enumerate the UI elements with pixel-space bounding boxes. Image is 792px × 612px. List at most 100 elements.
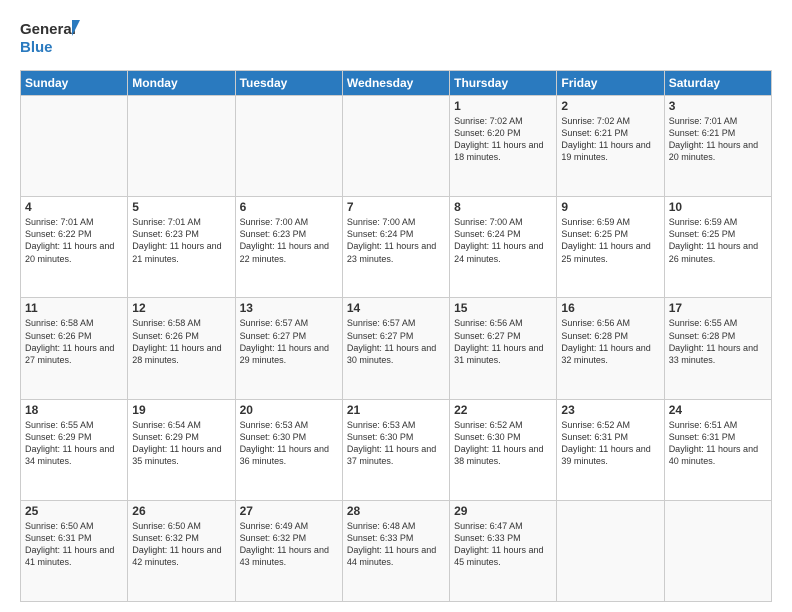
- day-number: 13: [240, 301, 338, 315]
- day-number: 5: [132, 200, 230, 214]
- calendar-cell: 21 Sunrise: 6:53 AM Sunset: 6:30 PM Dayli…: [342, 399, 449, 500]
- day-info: Sunrise: 6:53 AM Sunset: 6:30 PM Dayligh…: [240, 419, 338, 468]
- day-info: Sunrise: 6:47 AM Sunset: 6:33 PM Dayligh…: [454, 520, 552, 569]
- calendar-cell: 10 Sunrise: 6:59 AM Sunset: 6:25 PM Dayli…: [664, 197, 771, 298]
- calendar-cell: 17 Sunrise: 6:55 AM Sunset: 6:28 PM Dayli…: [664, 298, 771, 399]
- col-header-saturday: Saturday: [664, 71, 771, 96]
- calendar-table: SundayMondayTuesdayWednesdayThursdayFrid…: [20, 70, 772, 602]
- calendar-cell: 24 Sunrise: 6:51 AM Sunset: 6:31 PM Dayli…: [664, 399, 771, 500]
- day-number: 29: [454, 504, 552, 518]
- day-info: Sunrise: 7:01 AM Sunset: 6:22 PM Dayligh…: [25, 216, 123, 265]
- day-info: Sunrise: 6:55 AM Sunset: 6:29 PM Dayligh…: [25, 419, 123, 468]
- day-info: Sunrise: 6:50 AM Sunset: 6:32 PM Dayligh…: [132, 520, 230, 569]
- calendar-cell: 29 Sunrise: 6:47 AM Sunset: 6:33 PM Dayli…: [450, 500, 557, 601]
- day-info: Sunrise: 6:53 AM Sunset: 6:30 PM Dayligh…: [347, 419, 445, 468]
- day-number: 4: [25, 200, 123, 214]
- day-info: Sunrise: 6:57 AM Sunset: 6:27 PM Dayligh…: [240, 317, 338, 366]
- day-info: Sunrise: 6:54 AM Sunset: 6:29 PM Dayligh…: [132, 419, 230, 468]
- calendar-cell: 27 Sunrise: 6:49 AM Sunset: 6:32 PM Dayli…: [235, 500, 342, 601]
- calendar-cell: 14 Sunrise: 6:57 AM Sunset: 6:27 PM Dayli…: [342, 298, 449, 399]
- svg-text:General: General: [20, 21, 76, 38]
- calendar-cell: [664, 500, 771, 601]
- calendar-cell: 20 Sunrise: 6:53 AM Sunset: 6:30 PM Dayli…: [235, 399, 342, 500]
- day-number: 17: [669, 301, 767, 315]
- day-info: Sunrise: 7:00 AM Sunset: 6:24 PM Dayligh…: [347, 216, 445, 265]
- calendar-cell: 22Sunrise: 6:52 AM Sunset: 6:30 PM Dayli…: [450, 399, 557, 500]
- calendar-cell: 23 Sunrise: 6:52 AM Sunset: 6:31 PM Dayli…: [557, 399, 664, 500]
- day-info: Sunrise: 7:01 AM Sunset: 6:21 PM Dayligh…: [669, 115, 767, 164]
- day-number: 7: [347, 200, 445, 214]
- day-info: Sunrise: 6:58 AM Sunset: 6:26 PM Dayligh…: [25, 317, 123, 366]
- calendar-cell: 1Sunrise: 7:02 AM Sunset: 6:20 PM Daylig…: [450, 96, 557, 197]
- day-info: Sunrise: 6:52 AM Sunset: 6:31 PM Dayligh…: [561, 419, 659, 468]
- day-number: 24: [669, 403, 767, 417]
- day-number: 26: [132, 504, 230, 518]
- day-info: Sunrise: 6:57 AM Sunset: 6:27 PM Dayligh…: [347, 317, 445, 366]
- page: General Blue SundayMondayTuesdayWednesda…: [0, 0, 792, 612]
- col-header-thursday: Thursday: [450, 71, 557, 96]
- day-number: 8: [454, 200, 552, 214]
- day-number: 23: [561, 403, 659, 417]
- day-info: Sunrise: 7:01 AM Sunset: 6:23 PM Dayligh…: [132, 216, 230, 265]
- day-info: Sunrise: 7:02 AM Sunset: 6:21 PM Dayligh…: [561, 115, 659, 164]
- calendar-cell: 5 Sunrise: 7:01 AM Sunset: 6:23 PM Daylig…: [128, 197, 235, 298]
- day-number: 12: [132, 301, 230, 315]
- calendar-cell: 4 Sunrise: 7:01 AM Sunset: 6:22 PM Daylig…: [21, 197, 128, 298]
- calendar-cell: 15 Sunrise: 6:56 AM Sunset: 6:27 PM Dayli…: [450, 298, 557, 399]
- header: General Blue: [20, 16, 772, 60]
- day-info: Sunrise: 6:51 AM Sunset: 6:31 PM Dayligh…: [669, 419, 767, 468]
- col-header-tuesday: Tuesday: [235, 71, 342, 96]
- day-info: Sunrise: 6:59 AM Sunset: 6:25 PM Dayligh…: [561, 216, 659, 265]
- col-header-sunday: Sunday: [21, 71, 128, 96]
- calendar-cell: 3Sunrise: 7:01 AM Sunset: 6:21 PM Daylig…: [664, 96, 771, 197]
- day-info: Sunrise: 6:56 AM Sunset: 6:27 PM Dayligh…: [454, 317, 552, 366]
- calendar-cell: 19 Sunrise: 6:54 AM Sunset: 6:29 PM Dayli…: [128, 399, 235, 500]
- calendar-cell: 28 Sunrise: 6:48 AM Sunset: 6:33 PM Dayli…: [342, 500, 449, 601]
- day-number: 21: [347, 403, 445, 417]
- day-info: Sunrise: 7:02 AM Sunset: 6:20 PM Dayligh…: [454, 115, 552, 164]
- day-info: Sunrise: 6:59 AM Sunset: 6:25 PM Dayligh…: [669, 216, 767, 265]
- day-number: 19: [132, 403, 230, 417]
- day-number: 20: [240, 403, 338, 417]
- calendar-week-0: 1Sunrise: 7:02 AM Sunset: 6:20 PM Daylig…: [21, 96, 772, 197]
- calendar-cell: 6Sunrise: 7:00 AM Sunset: 6:23 PM Daylig…: [235, 197, 342, 298]
- calendar-cell: [342, 96, 449, 197]
- logo-svg: General Blue: [20, 16, 80, 60]
- day-info: Sunrise: 6:55 AM Sunset: 6:28 PM Dayligh…: [669, 317, 767, 366]
- calendar-cell: 11 Sunrise: 6:58 AM Sunset: 6:26 PM Dayli…: [21, 298, 128, 399]
- day-number: 11: [25, 301, 123, 315]
- col-header-friday: Friday: [557, 71, 664, 96]
- day-info: Sunrise: 6:49 AM Sunset: 6:32 PM Dayligh…: [240, 520, 338, 569]
- calendar-cell: 18 Sunrise: 6:55 AM Sunset: 6:29 PM Dayli…: [21, 399, 128, 500]
- calendar-cell: [557, 500, 664, 601]
- calendar-week-3: 18 Sunrise: 6:55 AM Sunset: 6:29 PM Dayli…: [21, 399, 772, 500]
- day-number: 9: [561, 200, 659, 214]
- col-header-monday: Monday: [128, 71, 235, 96]
- calendar-cell: 7 Sunrise: 7:00 AM Sunset: 6:24 PM Daylig…: [342, 197, 449, 298]
- calendar-header-row: SundayMondayTuesdayWednesdayThursdayFrid…: [21, 71, 772, 96]
- calendar-cell: 12 Sunrise: 6:58 AM Sunset: 6:26 PM Dayli…: [128, 298, 235, 399]
- calendar-week-4: 25 Sunrise: 6:50 AM Sunset: 6:31 PM Dayli…: [21, 500, 772, 601]
- calendar-cell: 25 Sunrise: 6:50 AM Sunset: 6:31 PM Dayli…: [21, 500, 128, 601]
- calendar-week-1: 4 Sunrise: 7:01 AM Sunset: 6:22 PM Daylig…: [21, 197, 772, 298]
- day-info: Sunrise: 6:50 AM Sunset: 6:31 PM Dayligh…: [25, 520, 123, 569]
- calendar-cell: 9 Sunrise: 6:59 AM Sunset: 6:25 PM Daylig…: [557, 197, 664, 298]
- day-info: Sunrise: 6:56 AM Sunset: 6:28 PM Dayligh…: [561, 317, 659, 366]
- day-info: Sunrise: 6:48 AM Sunset: 6:33 PM Dayligh…: [347, 520, 445, 569]
- day-number: 6: [240, 200, 338, 214]
- svg-text:Blue: Blue: [20, 39, 53, 56]
- day-info: Sunrise: 6:58 AM Sunset: 6:26 PM Dayligh…: [132, 317, 230, 366]
- day-number: 18: [25, 403, 123, 417]
- day-number: 28: [347, 504, 445, 518]
- calendar-cell: 26 Sunrise: 6:50 AM Sunset: 6:32 PM Dayli…: [128, 500, 235, 601]
- calendar-cell: [21, 96, 128, 197]
- day-number: 2: [561, 99, 659, 113]
- day-number: 25: [25, 504, 123, 518]
- day-number: 14: [347, 301, 445, 315]
- day-number: 16: [561, 301, 659, 315]
- day-number: 15: [454, 301, 552, 315]
- calendar-cell: 8Sunrise: 7:00 AM Sunset: 6:24 PM Daylig…: [450, 197, 557, 298]
- day-number: 27: [240, 504, 338, 518]
- calendar-cell: [235, 96, 342, 197]
- day-number: 10: [669, 200, 767, 214]
